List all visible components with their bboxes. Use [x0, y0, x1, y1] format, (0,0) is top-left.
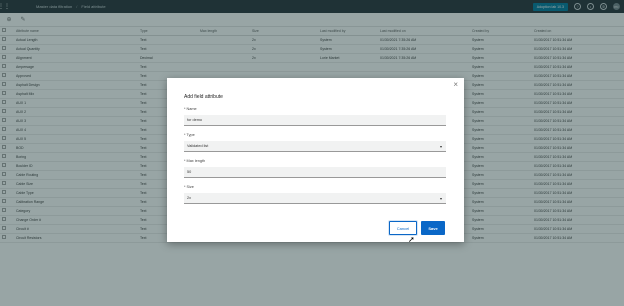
name-label: * Name: [184, 107, 197, 111]
max-length-label: * Max length: [184, 159, 206, 163]
save-button[interactable]: Save: [421, 221, 445, 235]
dialog-title: Add field attribute: [184, 94, 223, 100]
size-value: 2x: [187, 196, 192, 200]
close-icon[interactable]: ×: [453, 81, 458, 89]
type-value: Validated list: [187, 144, 209, 148]
size-select[interactable]: 2x ▾: [184, 193, 446, 204]
type-label: * Type: [184, 133, 195, 137]
max-length-value: 50: [187, 170, 192, 174]
add-field-attribute-dialog: × Add field attribute * Name for demo * …: [167, 78, 464, 244]
cancel-button[interactable]: Cancel: [389, 221, 417, 235]
caret-down-icon: ▾: [439, 196, 442, 201]
mouse-pointer-icon: ➚: [408, 235, 415, 244]
max-length-field[interactable]: 50: [184, 167, 446, 178]
type-select[interactable]: Validated list ▾: [184, 141, 446, 152]
size-label: * Size: [184, 185, 194, 189]
name-value: for demo: [187, 118, 202, 122]
name-field[interactable]: for demo: [184, 115, 446, 126]
caret-down-icon: ▾: [439, 144, 442, 149]
